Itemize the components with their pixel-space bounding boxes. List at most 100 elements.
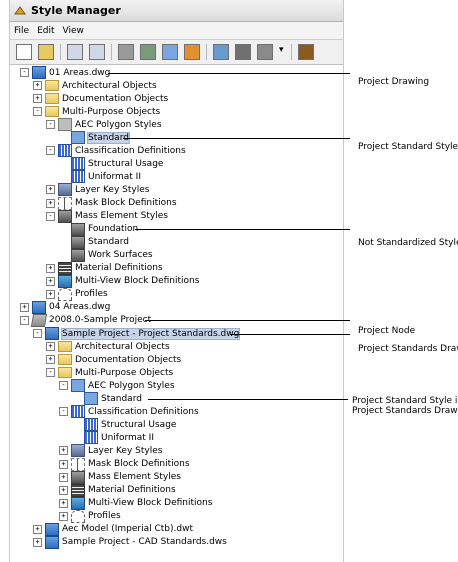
new-icon[interactable] xyxy=(16,44,32,60)
expand-icon[interactable]: + xyxy=(59,485,68,495)
dropdown-icon[interactable]: ▾ xyxy=(279,45,285,59)
tree-item[interactable]: + Mass Element Styles xyxy=(59,470,181,484)
tree-item[interactable]: - Sample Project - Project Standards.dwg xyxy=(33,327,241,340)
tree-item[interactable]: + Profiles xyxy=(46,287,108,301)
help-icon[interactable] xyxy=(298,44,314,60)
tree-item[interactable]: - Multi-Purpose Objects xyxy=(33,105,160,118)
menu-bar: File Edit View xyxy=(10,22,343,40)
tree-item[interactable]: + Mask Block Definitions xyxy=(46,196,177,210)
settings-icon[interactable] xyxy=(213,44,229,60)
mass-icon xyxy=(71,235,85,249)
collapse-icon[interactable]: - xyxy=(46,146,55,156)
collapse-icon[interactable]: - xyxy=(20,315,29,325)
expand-icon[interactable]: + xyxy=(46,355,55,365)
tree-item[interactable]: Work Surfaces xyxy=(59,248,153,262)
tree-item[interactable]: - Multi-Purpose Objects xyxy=(46,366,173,379)
cls-icon xyxy=(84,418,98,432)
collapse-icon[interactable]: - xyxy=(46,368,55,378)
tree-item[interactable]: + Profiles xyxy=(59,509,121,523)
expand-icon[interactable]: + xyxy=(46,276,55,286)
tree-item[interactable]: - Classification Definitions xyxy=(59,405,199,419)
tree-item[interactable]: + Layer Key Styles xyxy=(46,183,149,197)
tree-item-label: Structural Usage xyxy=(88,158,164,169)
menu-file[interactable]: File xyxy=(10,26,33,36)
tree-item[interactable]: + Aec Model (Imperial Ctb).dwt xyxy=(33,522,193,536)
edit-icon[interactable] xyxy=(118,44,134,60)
tree-item-label: Material Definitions xyxy=(75,263,163,274)
tree-item-label: Sample Project - Project Standards.dwg xyxy=(60,327,241,340)
expand-icon[interactable]: + xyxy=(46,342,55,352)
tree-item-label: Sample Project - CAD Standards.dws xyxy=(62,537,227,548)
tree-item-label: Documentation Objects xyxy=(75,354,182,365)
tree-item-label: Multi-Purpose Objects xyxy=(62,106,161,117)
profile-icon xyxy=(58,287,72,301)
tree-item[interactable]: + Multi-View Block Definitions xyxy=(46,274,199,288)
tree-item[interactable]: + Architectural Objects xyxy=(33,79,157,92)
tree-item[interactable]: + Architectural Objects xyxy=(46,340,170,353)
paste-icon[interactable] xyxy=(89,44,105,60)
collapse-icon[interactable]: - xyxy=(33,329,42,338)
expand-icon[interactable]: + xyxy=(33,524,42,534)
collapse-icon[interactable]: - xyxy=(20,68,29,77)
tree-item[interactable]: + Mask Block Definitions xyxy=(59,457,190,471)
collapse-icon[interactable]: - xyxy=(46,120,55,130)
tree-item[interactable]: Standard xyxy=(59,131,130,145)
tree-item[interactable]: Structural Usage xyxy=(72,418,176,432)
tree-item[interactable]: - AEC Polygon Styles xyxy=(46,118,162,132)
tree-item[interactable]: Standard xyxy=(59,235,129,249)
expand-icon[interactable]: + xyxy=(59,446,68,456)
expand-icon[interactable]: + xyxy=(46,185,55,195)
tree-item[interactable]: - Classification Definitions xyxy=(46,144,186,158)
view-icon[interactable] xyxy=(257,44,273,60)
tree-item[interactable]: - AEC Polygon Styles xyxy=(59,379,175,393)
open-icon[interactable] xyxy=(38,44,54,60)
expand-icon[interactable]: + xyxy=(46,263,55,273)
menu-view[interactable]: View xyxy=(59,26,88,36)
collapse-icon[interactable]: - xyxy=(46,211,55,221)
tree-item[interactable]: - Mass Element Styles xyxy=(46,209,168,223)
tree-item[interactable]: + Multi-View Block Definitions xyxy=(59,496,212,510)
mv-icon xyxy=(71,496,85,510)
tree-item[interactable]: Uniformat II xyxy=(72,431,154,445)
tree-item-label: Profiles xyxy=(88,511,121,522)
sort-icon[interactable] xyxy=(184,44,200,60)
annotation-text: Project Standards Drawing xyxy=(358,344,458,354)
funnel-icon[interactable] xyxy=(235,44,251,60)
expand-icon[interactable]: + xyxy=(46,289,55,299)
cls-icon xyxy=(84,431,98,445)
tree-item[interactable]: + Documentation Objects xyxy=(46,353,181,366)
tree-item[interactable]: Foundation xyxy=(59,222,138,236)
purge-icon[interactable] xyxy=(162,44,178,60)
tree-item[interactable]: + Documentation Objects xyxy=(33,92,168,105)
expand-icon[interactable]: + xyxy=(33,537,42,547)
expand-icon[interactable]: + xyxy=(59,498,68,508)
tree-item[interactable]: - 01 Areas.dwg xyxy=(20,66,110,79)
dwg-icon xyxy=(45,327,59,340)
expand-icon[interactable]: + xyxy=(33,81,42,91)
tree-item[interactable]: + Layer Key Styles xyxy=(59,444,162,458)
tree-item[interactable]: + Material Definitions xyxy=(59,483,176,497)
collapse-icon[interactable]: - xyxy=(59,407,68,417)
menu-edit[interactable]: Edit xyxy=(33,26,58,36)
toolbar-separator xyxy=(60,44,61,60)
collapse-icon[interactable]: - xyxy=(59,381,68,391)
filter-icon[interactable] xyxy=(140,44,156,60)
expand-icon[interactable]: + xyxy=(59,472,68,482)
dwg-icon xyxy=(45,535,59,549)
tree-item[interactable]: - 2008.0-Sample Project xyxy=(20,313,151,327)
annotation-text: Not Standardized Style xyxy=(358,238,458,248)
copy-icon[interactable] xyxy=(67,44,83,60)
tree-item[interactable]: + Sample Project - CAD Standards.dws xyxy=(33,535,227,549)
expand-icon[interactable]: + xyxy=(33,94,42,104)
tree-item[interactable]: + Material Definitions xyxy=(46,261,163,275)
expand-icon[interactable]: + xyxy=(46,198,55,208)
annotation-leader xyxy=(230,333,350,335)
expand-icon[interactable]: + xyxy=(59,511,68,521)
expand-icon[interactable]: + xyxy=(20,302,29,312)
expand-icon[interactable]: + xyxy=(59,459,68,469)
tree-item[interactable]: +04 Areas.dwg xyxy=(20,300,110,314)
tree-item[interactable]: Standard xyxy=(72,392,142,406)
collapse-icon[interactable]: - xyxy=(33,107,42,117)
tree-item[interactable]: Uniformat II xyxy=(59,170,141,184)
tree-item[interactable]: Structural Usage xyxy=(59,157,164,171)
